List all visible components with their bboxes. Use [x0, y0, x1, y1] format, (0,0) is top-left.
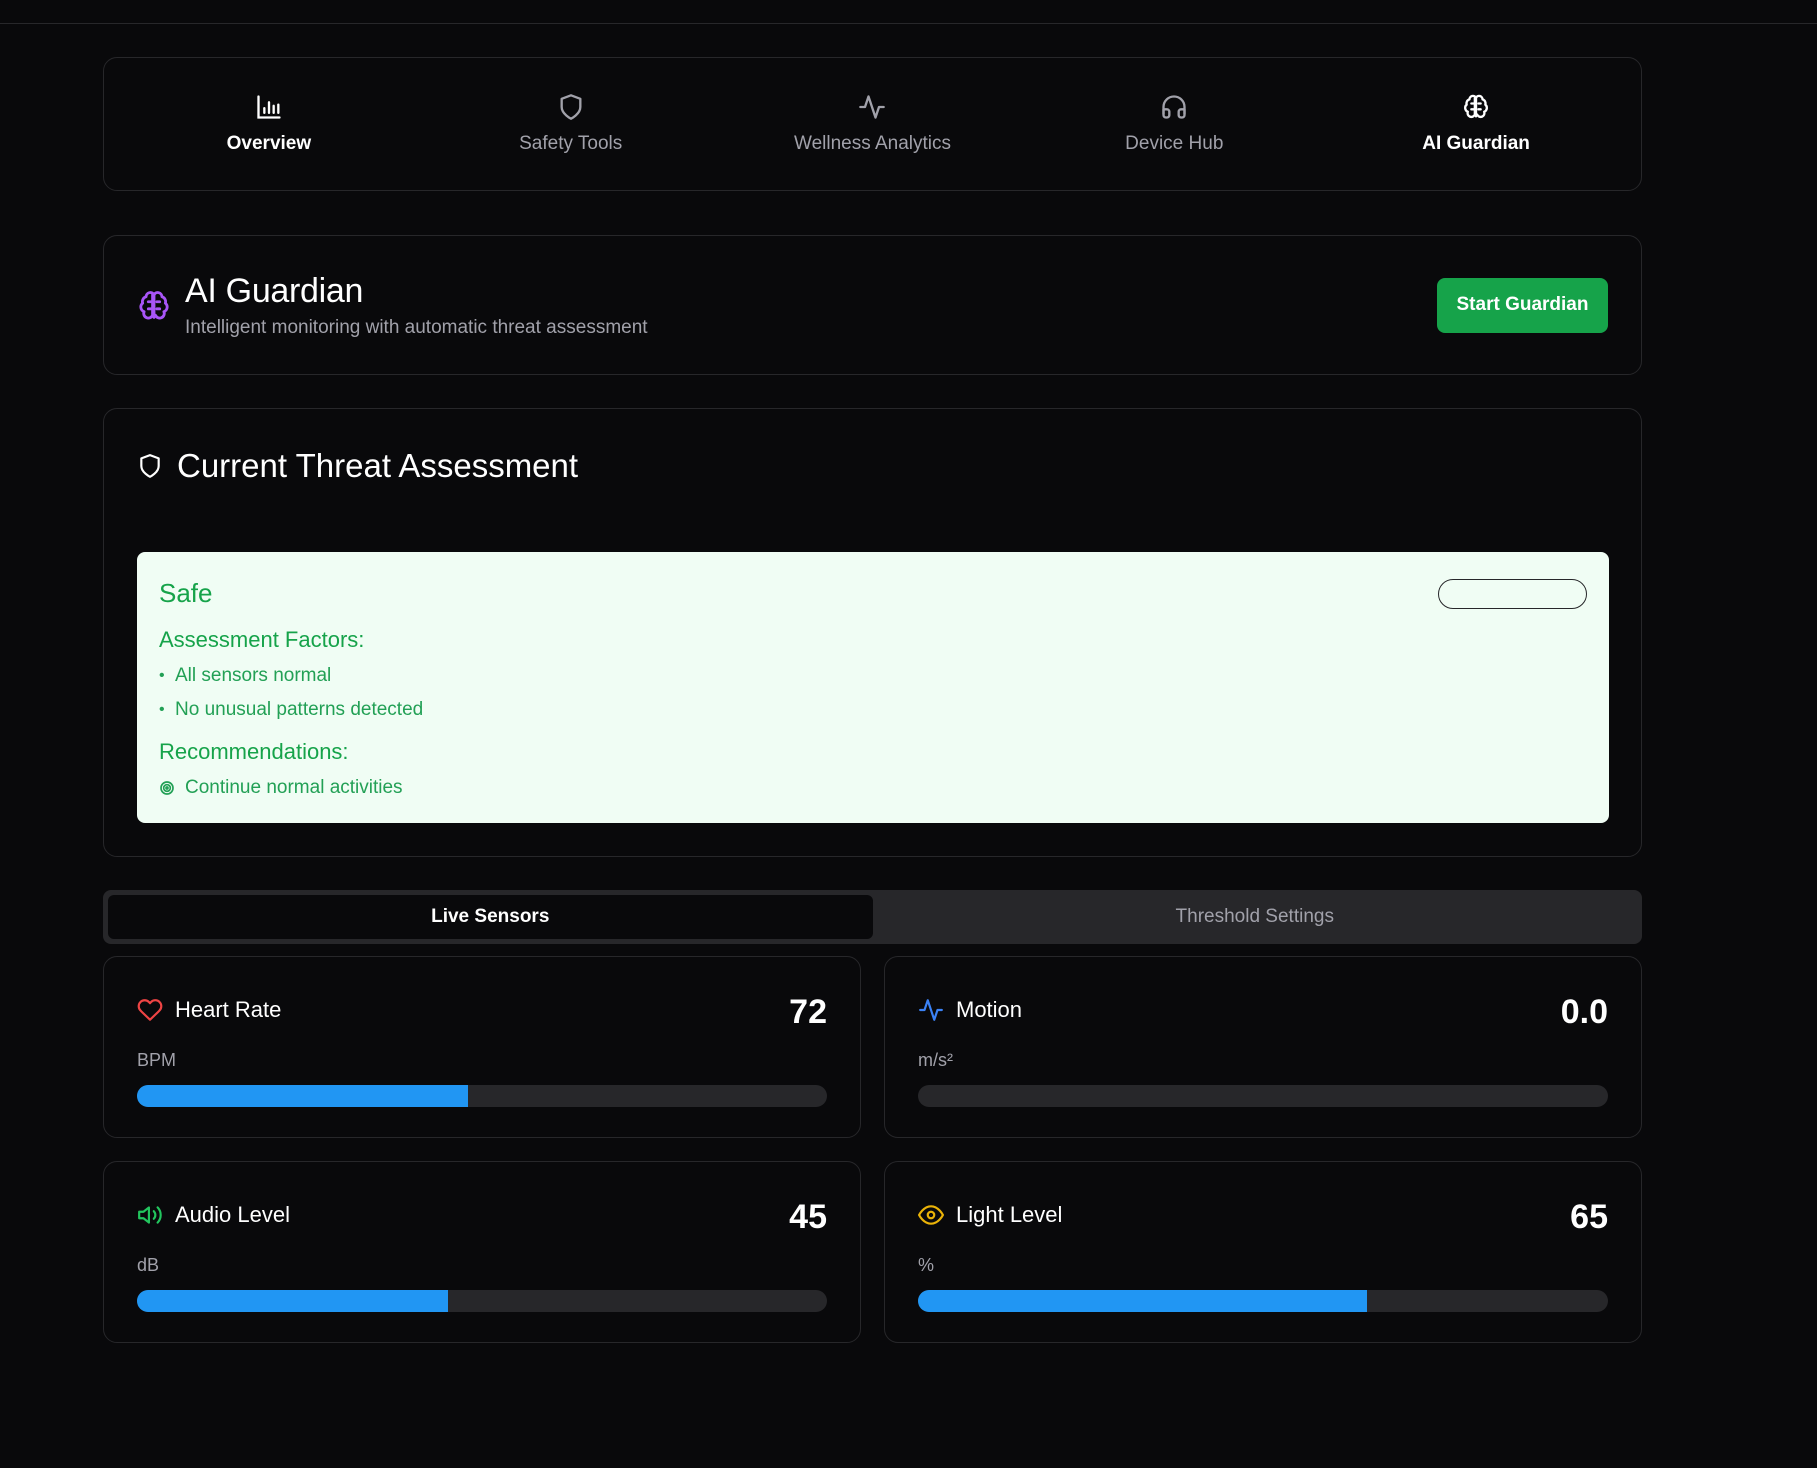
sensor-unit: m/s²: [918, 1050, 953, 1070]
bullet: •: [159, 701, 165, 718]
headphones-icon: [1162, 95, 1186, 119]
nav-label-overview: Overview: [226, 133, 312, 154]
nav-item-overview[interactable]: Overview: [118, 58, 420, 190]
sensor-progress-fill: [137, 1290, 448, 1312]
sensor-progress-bar: [137, 1085, 827, 1107]
nav-label-ai-guardian: AI Guardian: [1422, 133, 1530, 154]
shield-icon: [560, 94, 582, 120]
nav-item-device-hub[interactable]: Device Hub: [1023, 58, 1325, 190]
factor-text: All sensors normal: [175, 665, 332, 686]
factor-text: No unusual patterns detected: [175, 699, 424, 720]
status-panel: Safe Assessment Factors: • All sensors no…: [137, 552, 1609, 823]
heart-icon: [137, 999, 163, 1021]
list-item: Continue normal activities: [159, 777, 1587, 799]
sensor-label: Motion: [956, 997, 1023, 1022]
sensor-label: Audio Level: [175, 1202, 290, 1227]
threat-title: Current Threat Assessment: [137, 447, 578, 485]
nav-item-ai-guardian[interactable]: AI Guardian: [1325, 58, 1627, 190]
sensor-card-heart-rate: Heart Rate 72 BPM: [103, 956, 861, 1138]
sensor-value: 0.0: [1560, 993, 1608, 1031]
sensor-progress-fill: [918, 1290, 1367, 1312]
sensor-grid: Heart Rate 72 BPM Motion 0.0 m/s² Audio …: [103, 956, 1642, 1343]
header-text: AI Guardian Intelligent monitoring with …: [185, 272, 1437, 339]
sensor-unit: dB: [137, 1255, 160, 1275]
start-guardian-button[interactable]: Start Guardian: [1437, 277, 1608, 333]
sensor-unit: BPM: [137, 1050, 177, 1070]
tab-live-sensors[interactable]: Live Sensors: [108, 895, 873, 939]
sensor-progress-fill: [137, 1085, 469, 1107]
sensor-value: 65: [1570, 1198, 1608, 1236]
nav-label-device-hub: Device Hub: [1125, 133, 1224, 154]
activity-icon: [859, 95, 886, 119]
page-subtitle: Intelligent monitoring with automatic th…: [185, 316, 648, 338]
status-label: Safe: [159, 578, 213, 608]
main-container: Overview Safety Tools Wellness Analytics…: [103, 57, 1642, 1343]
sensor-header: Motion: [918, 997, 1022, 1023]
status-badge: [1438, 579, 1587, 609]
sensor-label: Heart Rate: [175, 997, 282, 1022]
top-bar: [0, 0, 1817, 24]
recommendations-heading: Recommendations:: [159, 739, 349, 764]
sensor-progress-bar: [137, 1290, 827, 1312]
main-nav: Overview Safety Tools Wellness Analytics…: [103, 57, 1642, 191]
threat-assessment-card: Current Threat Assessment Safe Assessmen…: [103, 408, 1642, 857]
page-title: AI Guardian: [185, 271, 364, 310]
brain-icon: [1464, 94, 1489, 119]
eye-icon: [918, 1205, 944, 1225]
guardian-header: AI Guardian Intelligent monitoring with …: [103, 235, 1642, 375]
brain-icon: [139, 291, 169, 320]
list-item: • No unusual patterns detected: [159, 699, 1587, 721]
bullet: •: [159, 667, 165, 684]
tab-threshold-settings[interactable]: Threshold Settings: [873, 895, 1638, 939]
sensor-card-audio-level: Audio Level 45 dB: [103, 1161, 861, 1343]
sensor-tabs: Live Sensors Threshold Settings: [103, 890, 1642, 944]
sensor-card-light-level: Light Level 65 %: [884, 1161, 1642, 1343]
sensor-header: Light Level: [918, 1202, 1062, 1228]
bar-chart-icon: [257, 95, 281, 119]
sensor-unit: %: [918, 1255, 935, 1275]
sensor-value: 72: [789, 993, 827, 1031]
sensor-label: Light Level: [956, 1202, 1063, 1227]
target-icon: [160, 781, 174, 795]
nav-item-wellness-analytics[interactable]: Wellness Analytics: [722, 58, 1024, 190]
activity-icon: [919, 999, 943, 1021]
sensor-progress-bar: [918, 1290, 1608, 1312]
recommendation-text: Continue normal activities: [185, 777, 403, 798]
sensor-value: 45: [789, 1198, 827, 1236]
shield-icon: [140, 454, 160, 478]
nav-label-safety-tools: Safety Tools: [519, 133, 623, 154]
nav-item-safety-tools[interactable]: Safety Tools: [420, 58, 722, 190]
threat-title-text: Current Threat Assessment: [177, 447, 579, 484]
volume-icon: [138, 1206, 162, 1224]
sensor-header: Heart Rate: [137, 997, 281, 1023]
sensor-header: Audio Level: [137, 1202, 290, 1228]
nav-label-wellness-analytics: Wellness Analytics: [793, 133, 951, 154]
factors-heading: Assessment Factors:: [159, 627, 365, 652]
sensor-card-motion: Motion 0.0 m/s²: [884, 956, 1642, 1138]
list-item: • All sensors normal: [159, 665, 1587, 687]
sensor-progress-bar: [918, 1085, 1608, 1107]
